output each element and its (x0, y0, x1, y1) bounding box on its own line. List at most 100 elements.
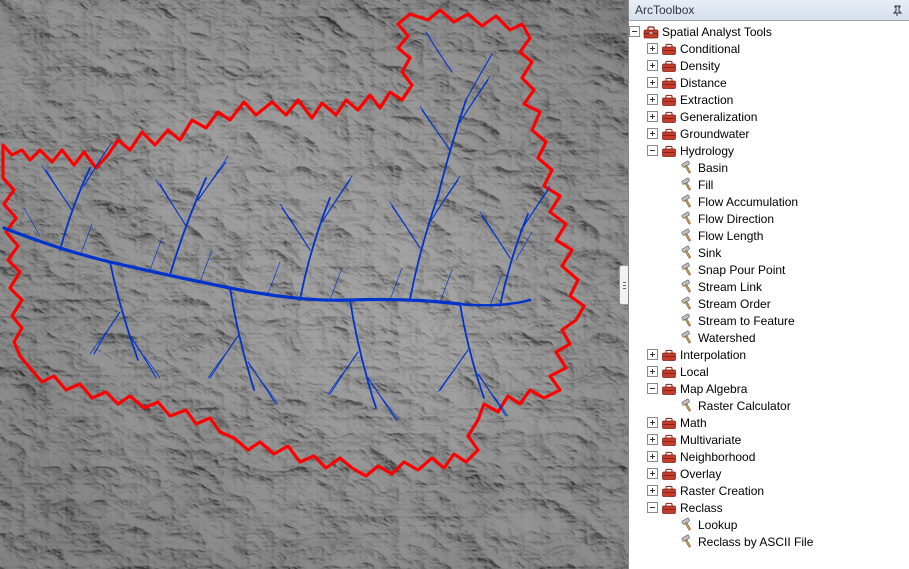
tree-node-label: Multivariate (680, 433, 741, 447)
tree-node-multivariate[interactable]: Multivariate (629, 431, 909, 448)
tree-node-raster-calculator[interactable]: Raster Calculator (629, 397, 909, 414)
expand-icon[interactable] (647, 434, 658, 445)
expand-icon[interactable] (647, 349, 658, 360)
tree-node-groundwater[interactable]: Groundwater (629, 125, 909, 142)
tree-node-neighborhood[interactable]: Neighborhood (629, 448, 909, 465)
tree-node-fill[interactable]: Fill (629, 176, 909, 193)
tree-node-label: Map Algebra (680, 382, 747, 396)
tree-node-label: Sink (698, 246, 721, 260)
pin-icon[interactable] (892, 5, 903, 16)
panel-header[interactable]: ArcToolbox (629, 0, 909, 21)
toolset-icon (661, 75, 677, 91)
tree-node-stream-to-feature[interactable]: Stream to Feature (629, 312, 909, 329)
tree-node-density[interactable]: Density (629, 57, 909, 74)
toolset-icon (661, 41, 677, 57)
toolset-icon (661, 500, 677, 516)
tree-node-label: Lookup (698, 518, 737, 532)
tree-node-stream-order[interactable]: Stream Order (629, 295, 909, 312)
tree-node-label: Conditional (680, 42, 740, 56)
tree-node-spatial-analyst-tools[interactable]: Spatial Analyst Tools (629, 23, 909, 40)
hammer-icon (679, 228, 695, 244)
arctoolbox-panel: ArcToolbox Spatial Analyst Tools Conditio… (628, 0, 909, 569)
tree-node-label: Generalization (680, 110, 757, 124)
tree-node-interpolation[interactable]: Interpolation (629, 346, 909, 363)
map-view[interactable] (0, 0, 628, 569)
collapse-icon[interactable] (629, 26, 640, 37)
tree-node-overlay[interactable]: Overlay (629, 465, 909, 482)
tree-node-math[interactable]: Math (629, 414, 909, 431)
toolset-icon (661, 449, 677, 465)
tree-node-label: Density (680, 59, 720, 73)
expand-icon[interactable] (647, 60, 658, 71)
tree-node-label: Neighborhood (680, 450, 755, 464)
tree-node-label: Reclass by ASCII File (698, 535, 813, 549)
tree-node-label: Snap Pour Point (698, 263, 785, 277)
tree-node-flow-length[interactable]: Flow Length (629, 227, 909, 244)
tree-node-map-algebra[interactable]: Map Algebra (629, 380, 909, 397)
hammer-icon (679, 517, 695, 533)
toolset-icon (661, 432, 677, 448)
collapse-icon[interactable] (647, 145, 658, 156)
tree-node-label: Watershed (698, 331, 756, 345)
toolset-icon (661, 381, 677, 397)
expand-icon[interactable] (647, 417, 658, 428)
tree-node-flow-direction[interactable]: Flow Direction (629, 210, 909, 227)
hammer-icon (679, 296, 695, 312)
toolbox-tree[interactable]: Spatial Analyst Tools Conditional Density D… (629, 21, 909, 569)
hammer-icon (679, 245, 695, 261)
expand-icon[interactable] (647, 451, 658, 462)
tree-node-flow-accumulation[interactable]: Flow Accumulation (629, 193, 909, 210)
tree-node-label: Flow Length (698, 229, 763, 243)
hammer-icon (679, 262, 695, 278)
tree-node-extraction[interactable]: Extraction (629, 91, 909, 108)
expand-icon[interactable] (647, 77, 658, 88)
hammer-icon (679, 194, 695, 210)
hammer-icon (679, 330, 695, 346)
toolset-icon (661, 126, 677, 142)
tree-node-label: Overlay (680, 467, 721, 481)
toolbox-icon (643, 24, 659, 40)
tree-node-label: Stream Link (698, 280, 762, 294)
tree-node-label: Spatial Analyst Tools (662, 25, 772, 39)
tree-node-watershed[interactable]: Watershed (629, 329, 909, 346)
expand-icon[interactable] (647, 111, 658, 122)
tree-node-lookup[interactable]: Lookup (629, 516, 909, 533)
panel-title-text: ArcToolbox (635, 3, 694, 17)
tree-node-label: Basin (698, 161, 728, 175)
tree-node-conditional[interactable]: Conditional (629, 40, 909, 57)
toolset-icon (661, 466, 677, 482)
tree-node-local[interactable]: Local (629, 363, 909, 380)
tree-node-reclass[interactable]: Reclass (629, 499, 909, 516)
expand-icon[interactable] (647, 43, 658, 54)
tree-node-label: Raster Creation (680, 484, 764, 498)
tree-node-label: Stream Order (698, 297, 771, 311)
expand-icon[interactable] (647, 485, 658, 496)
tree-node-sink[interactable]: Sink (629, 244, 909, 261)
tree-node-label: Groundwater (680, 127, 749, 141)
panel-collapse-handle[interactable] (619, 265, 628, 305)
expand-icon[interactable] (647, 128, 658, 139)
tree-node-basin[interactable]: Basin (629, 159, 909, 176)
tree-node-reclass-by-ascii-file[interactable]: Reclass by ASCII File (629, 533, 909, 550)
expand-icon[interactable] (647, 468, 658, 479)
hammer-icon (679, 211, 695, 227)
tree-node-snap-pour-point[interactable]: Snap Pour Point (629, 261, 909, 278)
tree-node-generalization[interactable]: Generalization (629, 108, 909, 125)
toolset-icon (661, 92, 677, 108)
tree-node-distance[interactable]: Distance (629, 74, 909, 91)
expand-icon[interactable] (647, 94, 658, 105)
tree-node-label: Interpolation (680, 348, 746, 362)
toolset-icon (661, 347, 677, 363)
collapse-icon[interactable] (647, 502, 658, 513)
tree-node-raster-creation[interactable]: Raster Creation (629, 482, 909, 499)
tree-node-hydrology[interactable]: Hydrology (629, 142, 909, 159)
tree-node-label: Fill (698, 178, 713, 192)
expand-icon[interactable] (647, 366, 658, 377)
tree-node-label: Distance (680, 76, 727, 90)
tree-node-stream-link[interactable]: Stream Link (629, 278, 909, 295)
tree-node-label: Extraction (680, 93, 733, 107)
hammer-icon (679, 534, 695, 550)
collapse-icon[interactable] (647, 383, 658, 394)
hammer-icon (679, 279, 695, 295)
hammer-icon (679, 398, 695, 414)
